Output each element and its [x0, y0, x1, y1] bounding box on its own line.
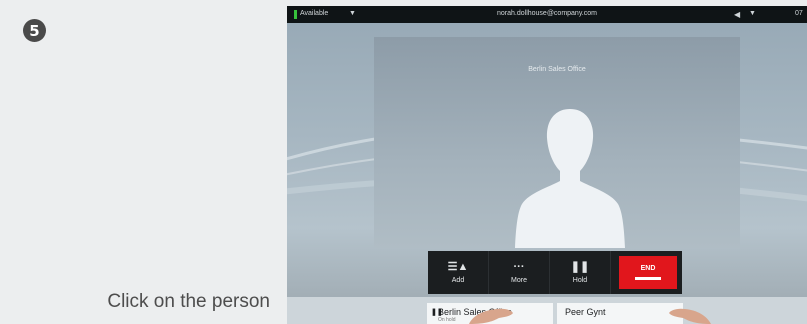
call-tile-state: On hold: [438, 317, 456, 323]
add-label: Add: [451, 277, 465, 284]
clock: 07: [795, 10, 803, 17]
status-bar: Available ▼ norah.dollhouse@company.com …: [287, 6, 807, 23]
instruction-text: Click on the person: [107, 291, 270, 312]
hold-button[interactable]: ❚❚ Hold: [550, 251, 611, 294]
video-device-screen: Available ▼ norah.dollhouse@company.com …: [287, 6, 807, 324]
more-icon: ···: [513, 261, 525, 273]
active-calls-strip: ❚❚ Berlin Sales Office On hold Peer Gynt: [287, 297, 807, 324]
volume-icon[interactable]: ◀: [734, 10, 740, 19]
call-tile-peer-gynt[interactable]: Peer Gynt: [557, 303, 683, 324]
remote-participant-name: Berlin Sales Office: [528, 66, 586, 73]
hold-label: Hold: [572, 277, 588, 284]
add-button[interactable]: ☰▲ Add: [428, 251, 489, 294]
call-toolbar: ☰▲ Add ··· More ❚❚ Hold END: [428, 251, 682, 294]
person-silhouette-icon: [515, 109, 625, 248]
step-number-badge: 5: [23, 19, 46, 42]
call-tile-name: Peer Gynt: [565, 307, 606, 317]
hold-icon: ❚❚: [570, 261, 590, 273]
more-button[interactable]: ··· More: [489, 251, 550, 294]
user-email: norah.dollhouse@company.com: [497, 10, 597, 17]
chevron-down-icon[interactable]: ▼: [749, 10, 756, 17]
remote-video: Berlin Sales Office: [374, 37, 740, 248]
end-call-button[interactable]: END: [619, 256, 677, 289]
pointing-finger-icon: [469, 308, 513, 324]
add-participant-icon: ☰▲: [447, 261, 469, 273]
pointing-finger-icon: [669, 308, 711, 324]
end-bar: [635, 277, 661, 280]
end-label: END: [640, 265, 656, 272]
more-label: More: [511, 277, 527, 284]
